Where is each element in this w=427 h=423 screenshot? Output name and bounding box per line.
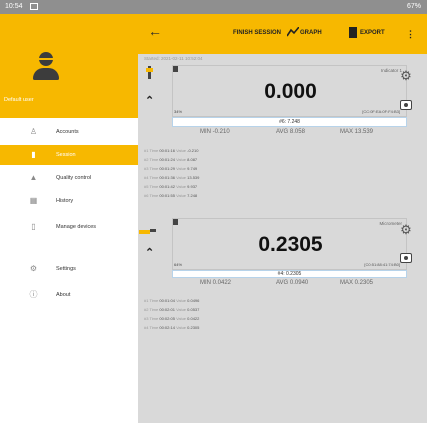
list-item: #2 Time 00:02:01 Value 0.0537 — [144, 307, 200, 312]
sidebar-item-label: Accounts — [56, 129, 79, 135]
settings-gear-icon[interactable]: ⚙ — [398, 222, 414, 238]
graph-button[interactable]: GRAPH — [287, 27, 322, 37]
collapse-chevron-icon[interactable]: ⌃ — [145, 94, 154, 107]
camera-icon[interactable] — [400, 100, 412, 110]
max-value: MAX 0.2305 — [340, 280, 374, 286]
collapse-chevron-icon[interactable]: ⌃ — [145, 246, 154, 259]
overflow-menu-icon[interactable]: ⋮ — [406, 29, 415, 40]
navigation-drawer: Default user ♙ Accounts ▮ Session ▲ Qual… — [0, 14, 138, 423]
max-value: MAX 13.539 — [340, 129, 374, 135]
back-arrow-icon[interactable]: ← — [148, 24, 162, 38]
image-notification-icon — [30, 3, 38, 10]
sidebar-item-label: Quality control — [56, 175, 92, 181]
sidebar-item-label: Manage devices — [56, 224, 97, 230]
battery-percent: 64% — [174, 262, 183, 267]
micrometer-icon — [139, 229, 156, 234]
battery-status: 67% — [406, 3, 421, 10]
history-icon: ▦ — [29, 196, 38, 205]
reading-display: Indicator 1 0.000 34% [CC:0F:EA:0F:F4:B3… — [172, 65, 407, 117]
last-measurement: #6: 7.248 — [172, 117, 407, 127]
list-item: #3 Time 00:02:05 Value 0.0422 — [144, 316, 200, 321]
device-icon: ▯ — [31, 222, 36, 231]
indicator-probe-icon — [146, 66, 153, 79]
toolbar: ← FINISH SESSION GRAPH EXPORT ⋮ — [138, 14, 427, 54]
export-label: EXPORT — [360, 30, 385, 36]
stats-row: MIN -0.210 AVG 8.058 MAX 13.539 — [172, 129, 407, 137]
battery-percent: 34% — [174, 109, 183, 114]
sidebar-item-session[interactable]: ▮ Session — [0, 145, 138, 165]
bookmark-icon: ▮ — [31, 150, 36, 159]
avg-value: AVG 8.058 — [276, 129, 305, 135]
status-time: 10:54 — [5, 3, 23, 10]
sidebar-item-accounts[interactable]: ♙ Accounts — [0, 122, 138, 142]
sidebar-item-about[interactable]: ⓘ About — [0, 285, 138, 305]
battery-icon — [173, 219, 178, 225]
document-icon — [349, 27, 357, 38]
last-measurement: #4: 0.2305 — [172, 270, 407, 278]
stats-row: MIN 0.0422 AVG 0.0940 MAX 0.2305 — [172, 280, 407, 288]
reading-display: Micrometer 0.2305 64% [C0:51:88:41:74:B0… — [172, 218, 407, 270]
export-button[interactable]: EXPORT — [349, 27, 385, 38]
sidebar-item-label: History — [56, 198, 74, 204]
battery-icon — [173, 66, 178, 72]
sidebar-item-label: About — [56, 292, 71, 298]
list-item: #6 Time 00:01:55 Value 7.248 — [144, 193, 198, 198]
camera-icon[interactable] — [400, 253, 412, 263]
list-item: #3 Time 00:01:29 Value 9.749 — [144, 166, 198, 171]
list-item: #5 Time 00:01:42 Value 9.937 — [144, 184, 198, 189]
min-value: MIN -0.210 — [200, 129, 230, 135]
drawer-header: Default user — [0, 14, 138, 118]
list-item: #1 Time 00:01:04 Value 0.0496 — [144, 298, 200, 303]
sidebar-item-history[interactable]: ▦ History — [0, 191, 138, 211]
session-started: Started: 2021-02-11 10:52:04 — [144, 56, 203, 61]
sidebar-item-label: Session — [56, 152, 76, 158]
min-value: MIN 0.0422 — [200, 280, 232, 286]
device-address: [C0:51:88:41:74:B0] — [364, 262, 400, 267]
person-icon: ♙ — [29, 127, 38, 136]
sidebar-item-manage-devices[interactable]: ▯ Manage devices — [0, 217, 138, 237]
graph-icon — [287, 27, 299, 37]
sidebar-item-quality-control[interactable]: ▲ Quality control — [0, 168, 138, 188]
current-reading: 0.2305 — [258, 233, 323, 256]
sidebar-item-label: Settings — [56, 266, 76, 272]
list-item: #4 Time 00:01:36 Value 13.539 — [144, 175, 200, 180]
sidebar-item-settings[interactable]: ⚙ Settings — [0, 259, 138, 279]
finish-session-button[interactable]: FINISH SESSION — [233, 30, 281, 36]
info-icon: ⓘ — [29, 290, 38, 299]
status-bar: 10:54 67% — [0, 0, 427, 14]
device-address: [CC:0F:EA:0F:F4:B3] — [362, 109, 400, 114]
avatar-icon — [33, 52, 59, 84]
settings-gear-icon[interactable]: ⚙ — [398, 68, 414, 84]
list-item: #4 Time 00:02:14 Value 0.2305 — [144, 325, 200, 330]
graph-label: GRAPH — [300, 30, 322, 36]
user-name: Default user — [4, 97, 34, 103]
session-panel: Started: 2021-02-11 10:52:04 ⌃ Indicator… — [138, 54, 427, 423]
list-item: #1 Time 00:01:16 Value -0.210 — [144, 148, 199, 153]
graduation-cap-icon: ▲ — [29, 173, 38, 182]
list-item: #2 Time 00:01:24 Value 8.087 — [144, 157, 198, 162]
avg-value: AVG 0.0940 — [276, 280, 309, 286]
gear-icon: ⚙ — [29, 264, 38, 273]
current-reading: 0.000 — [264, 80, 317, 103]
